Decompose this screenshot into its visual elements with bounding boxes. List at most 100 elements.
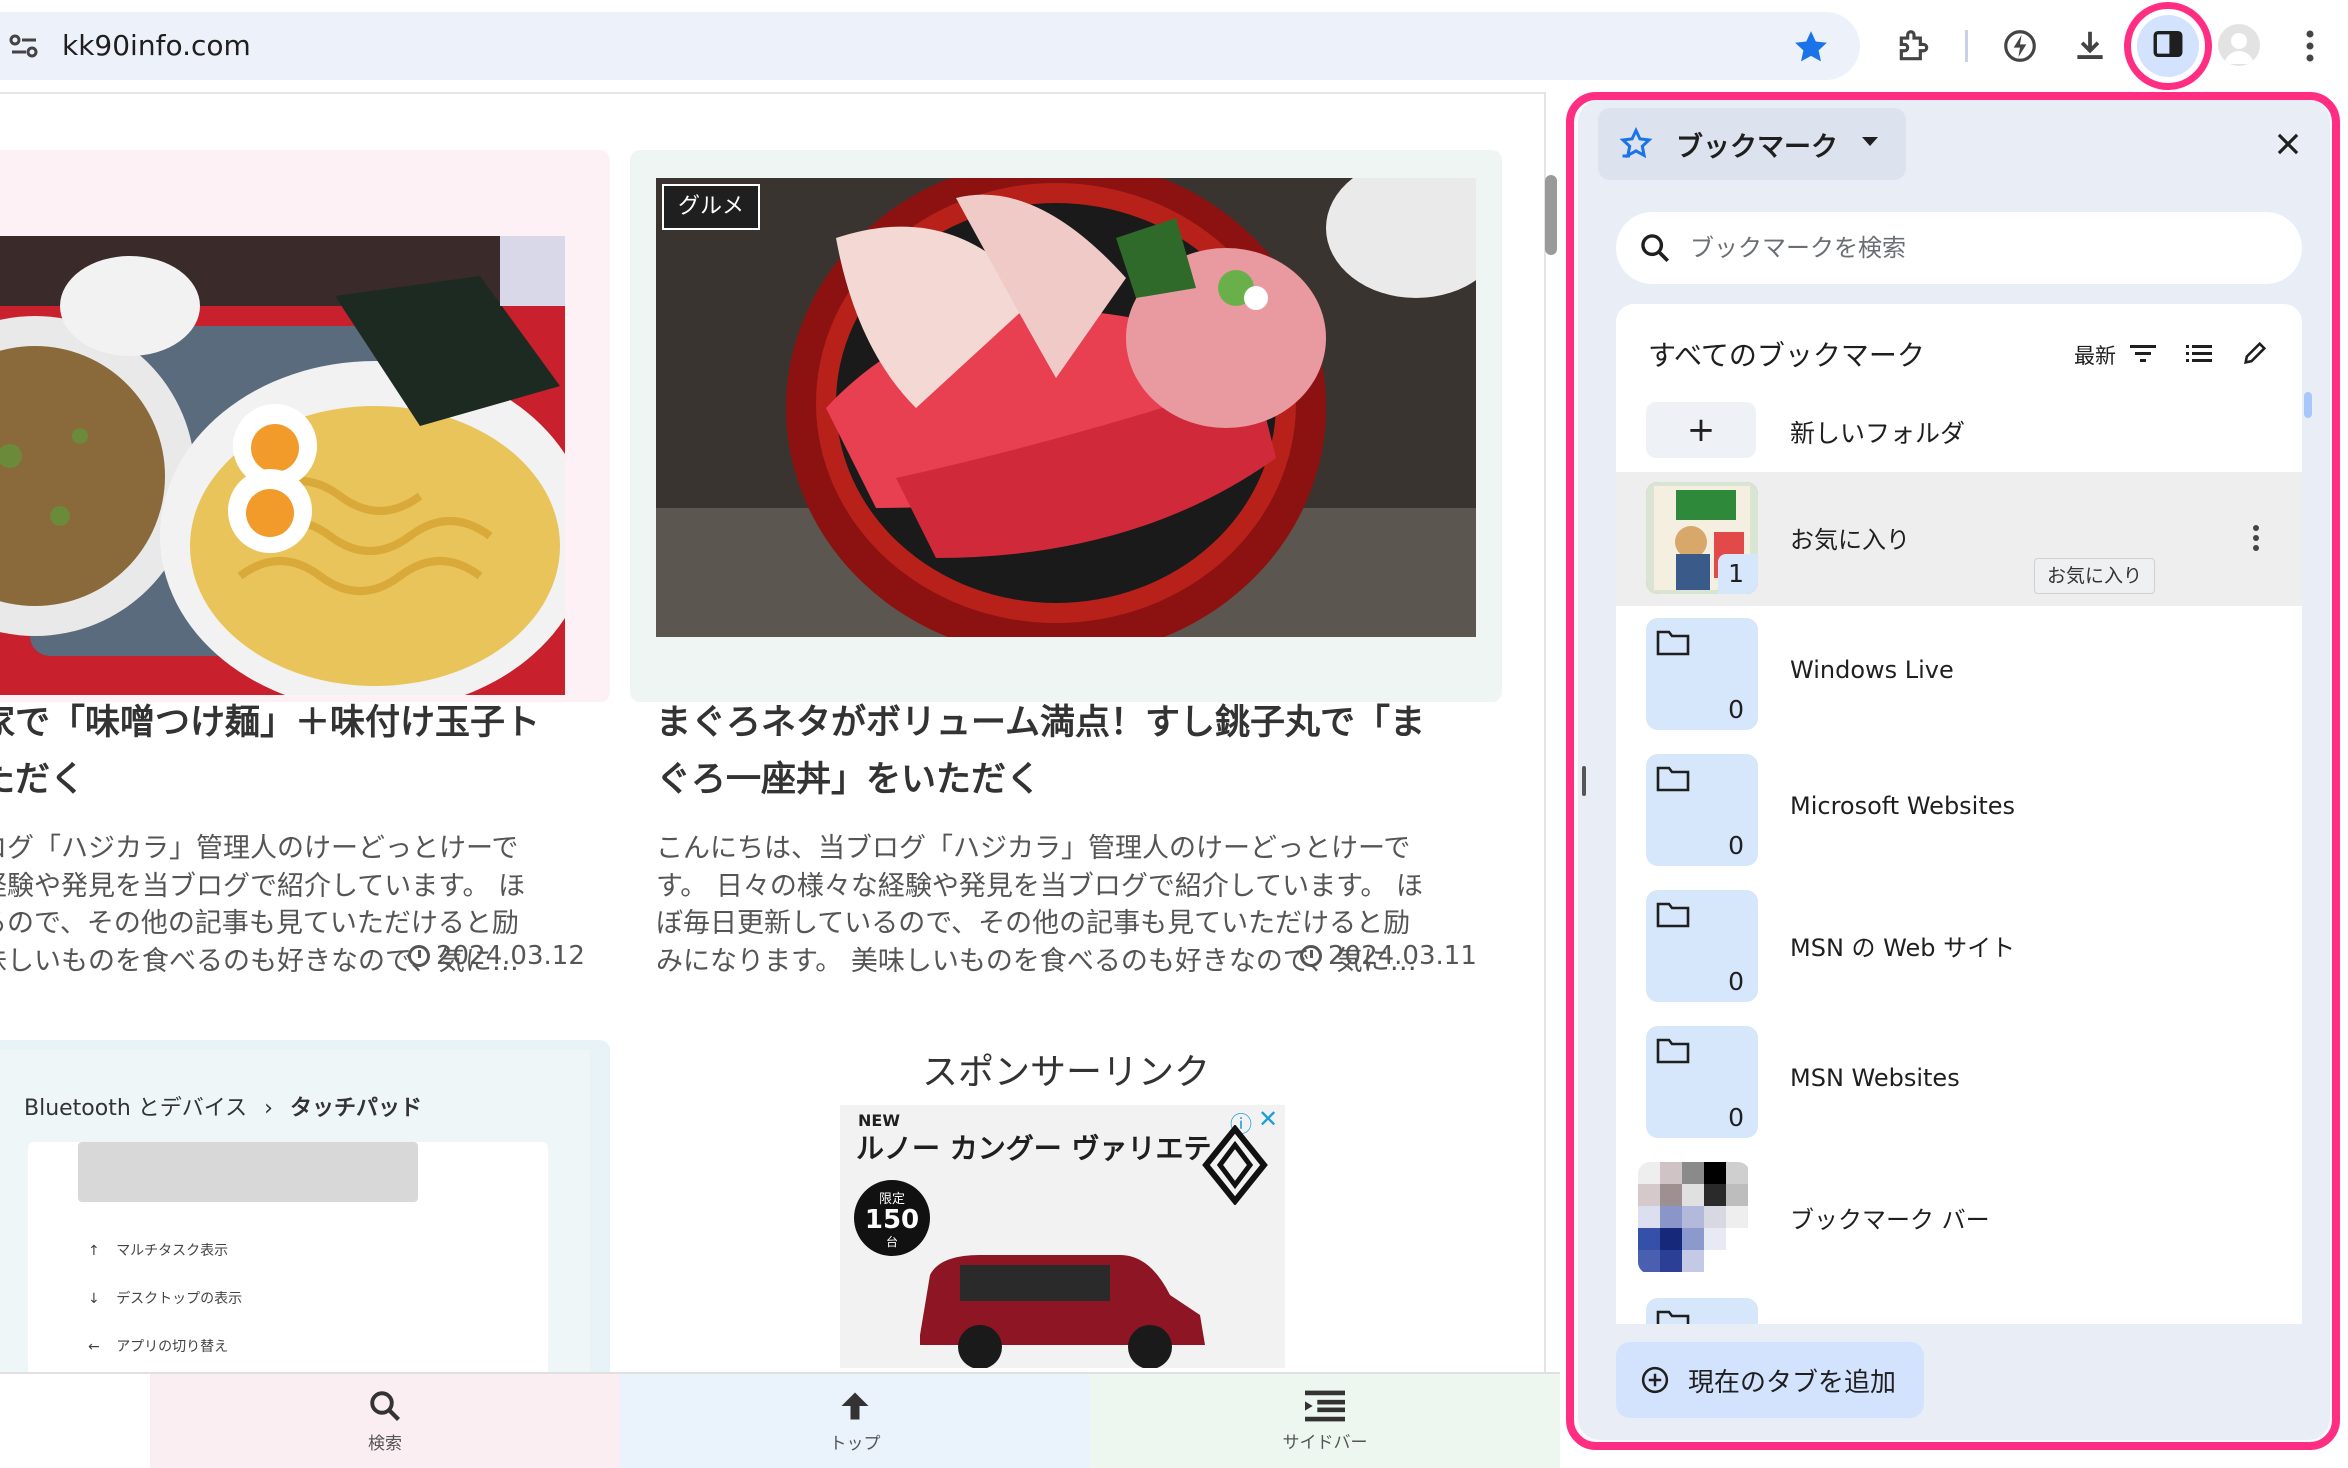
bookmark-list: すべてのブックマーク 最新 + 新しいフォルダ 1 お気に入り 0 Window…: [1616, 304, 2302, 1324]
side-panel-toggle-button[interactable]: [2124, 2, 2212, 90]
add-current-tab-label: 現在のタブを追加: [1688, 1367, 1897, 1398]
folder-thumbnail: 0: [1646, 890, 1758, 1002]
bookmark-folder-bookmark-bar[interactable]: ブックマーク バー: [1616, 1152, 2302, 1286]
page-right-border: [1544, 92, 1546, 1466]
page-top-edge: [0, 92, 1546, 94]
folder-icon: [1656, 764, 1690, 796]
bookmark-label[interactable]: MSN Websites: [1790, 1064, 1960, 1092]
new-folder-label[interactable]: 新しいフォルダ: [1790, 414, 1965, 450]
bookmark-count: 0: [1728, 695, 1744, 724]
ad-title: ルノー カングー ヴァリエテ: [856, 1132, 1212, 1165]
profile-avatar[interactable]: [2218, 24, 2260, 66]
toolbar-divider: [1965, 30, 1968, 62]
site-info-icon[interactable]: [8, 32, 40, 60]
folder-thumbnail: [1646, 1298, 1758, 1324]
bookmark-count: 1: [1728, 559, 1744, 588]
bookmark-folder-msn-websites[interactable]: 0 MSN Websites: [1616, 1016, 2302, 1150]
folder-icon: [1656, 900, 1690, 932]
bookmark-label[interactable]: MSN の Web サイト: [1790, 928, 2015, 963]
breadcrumb: Bluetooth とデバイス › タッチパッド: [24, 1096, 422, 1121]
performance-icon[interactable]: [1996, 22, 2044, 70]
search-icon: [367, 1388, 403, 1429]
url-text[interactable]: kk90info.com: [62, 26, 251, 66]
folder-thumbnail: 0: [1646, 1026, 1758, 1138]
bookmark-label[interactable]: Windows Live: [1790, 656, 1954, 684]
sort-icon[interactable]: [2126, 336, 2160, 370]
bookmark-count: 0: [1728, 967, 1744, 996]
bookmark-label[interactable]: お気に入り: [1790, 520, 1910, 555]
folder-icon: [1656, 628, 1690, 660]
article-thumbnail-maguro[interactable]: グルメ: [656, 178, 1476, 637]
article-date: 2024.03.12: [408, 940, 585, 972]
article-title[interactable]: まぐろネタがボリューム満点！すし銚子丸で「ま ぐろ一座丼」をいただく: [656, 695, 1496, 809]
search-icon: [1638, 231, 1672, 265]
renault-logo-icon: [1200, 1124, 1270, 1209]
bookmark-thumbnail: 1: [1646, 482, 1758, 594]
article-card-tsukemen[interactable]: 家で「味噌つけ麺」＋味付け玉子ト ただく ログ「ハジカラ」管理人のけーどっとけー…: [0, 150, 610, 977]
category-tag[interactable]: グルメ: [662, 184, 761, 230]
edit-icon[interactable]: [2238, 336, 2272, 370]
menu-icon[interactable]: [2286, 22, 2334, 70]
bookmark-folder-windows-live[interactable]: 0 Windows Live: [1616, 608, 2302, 742]
settings-item: ← アプリの切り替え: [88, 1339, 229, 1355]
bookmark-search-box[interactable]: [1616, 212, 2302, 284]
side-panel-scrollbar[interactable]: [2304, 392, 2312, 418]
dropdown-arrow-icon: [1860, 134, 1880, 153]
clock-icon: [1300, 945, 1322, 967]
bottom-nav-search[interactable]: 検索: [150, 1374, 620, 1468]
bottom-nav-spacer: [0, 1374, 150, 1468]
bottom-nav-label: サイドバー: [1282, 1433, 1368, 1453]
car-image: [900, 1235, 1220, 1368]
tooltip: お気に入り: [2034, 558, 2156, 594]
side-panel-resize-handle[interactable]: [1582, 766, 1586, 796]
address-bar[interactable]: kk90info.com: [0, 12, 1860, 80]
bookmark-label[interactable]: Microsoft Websites: [1790, 792, 2015, 820]
bottom-nav-top[interactable]: トップ: [620, 1374, 1090, 1468]
list-view-icon[interactable]: [2182, 336, 2216, 370]
settings-item: ↑ マルチタスク表示: [88, 1243, 229, 1259]
side-panel-close-button[interactable]: [2270, 128, 2306, 164]
bookmark-label[interactable]: ブックマーク バー: [1790, 1200, 1990, 1235]
settings-item: ↓ デスクトップの表示: [88, 1291, 243, 1307]
bottom-nav-label: 検索: [368, 1434, 402, 1454]
side-panel-selector[interactable]: ブックマーク: [1598, 108, 1906, 180]
bookmark-folder-microsoft-websites[interactable]: 0 Microsoft Websites: [1616, 744, 2302, 878]
extensions-icon[interactable]: [1890, 22, 1938, 70]
page-scrollbar[interactable]: [1545, 175, 1557, 255]
article-thumbnail-tsukemen[interactable]: [0, 236, 565, 695]
arrow-up-icon: [837, 1388, 873, 1429]
side-panel-title: ブックマーク: [1676, 131, 1838, 163]
more-options-icon[interactable]: [2252, 524, 2260, 556]
bookmark-search-input[interactable]: [1690, 234, 2250, 262]
bookmark-folder-msn-web-site[interactable]: 0 MSN の Web サイト: [1616, 880, 2302, 1014]
bottom-nav-label: トップ: [829, 1434, 881, 1454]
bottom-nav-sidebar[interactable]: サイドバー: [1090, 1374, 1560, 1468]
bookmark-count: 0: [1728, 831, 1744, 860]
folder-thumbnail: 0: [1646, 618, 1758, 730]
sidebar-menu-icon: [1305, 1389, 1345, 1428]
article-date: 2024.03.11: [1300, 940, 1477, 972]
add-current-tab-button[interactable]: 現在のタブを追加: [1616, 1342, 1924, 1418]
add-circle-icon: [1640, 1365, 1670, 1395]
list-header-title: すべてのブックマーク: [1648, 339, 1925, 372]
download-icon[interactable]: [2066, 22, 2114, 70]
clock-icon: [408, 945, 430, 967]
bookmark-item-favorites[interactable]: 1 お気に入り: [1616, 472, 2302, 606]
close-icon: [2275, 131, 2301, 161]
mosaic-thumbnail: [1638, 1162, 1750, 1274]
new-folder-button[interactable]: +: [1646, 402, 1756, 458]
web-page: 家で「味噌つけ麺」＋味付け玉子ト ただく ログ「ハジカラ」管理人のけーどっとけー…: [0, 92, 1546, 1466]
folder-icon: [1656, 1308, 1690, 1324]
folder-icon: [1656, 1036, 1690, 1068]
bookmark-item-partial[interactable]: [1616, 1288, 2302, 1324]
ad-banner[interactable]: NEW ルノー カングー ヴァリエテ ⓘ ✕ 限定 150 台: [840, 1105, 1285, 1368]
bottom-navigation: 検索 トップ サイドバー: [0, 1372, 1560, 1468]
side-panel-icon: [2151, 27, 2185, 65]
bookmark-count: 0: [1728, 1103, 1744, 1132]
sort-label[interactable]: 最新: [2074, 340, 2116, 370]
bookmark-star-icon[interactable]: [1792, 28, 1830, 70]
touchpad-graphic: [78, 1142, 418, 1202]
article-title[interactable]: 家で「味噌つけ麺」＋味付け玉子ト ただく: [0, 695, 600, 809]
folder-thumbnail: 0: [1646, 754, 1758, 866]
bookmarks-star-icon: [1618, 126, 1654, 166]
